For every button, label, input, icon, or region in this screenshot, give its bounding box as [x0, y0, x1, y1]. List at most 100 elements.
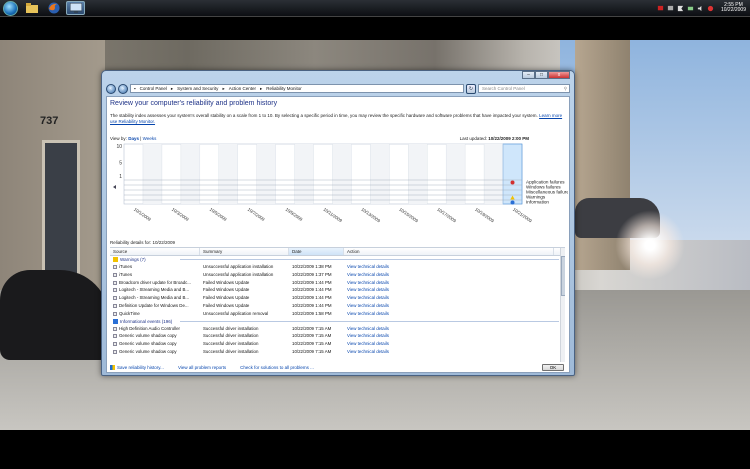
program-icon: [113, 288, 117, 293]
start-button[interactable]: [3, 0, 18, 16]
date-cell: 10/22/2009 7:15 AM: [292, 348, 332, 354]
table-body: Warnings (7) iTunes Unsuccessful applicati…: [110, 256, 565, 356]
network-icon[interactable]: [667, 5, 674, 12]
close-button[interactable]: x: [548, 71, 570, 79]
source-text: Generic volume shadow copy: [119, 348, 177, 354]
y-tick-label: 5: [119, 161, 122, 167]
table-row[interactable]: iTunes Unsuccessful application installat…: [110, 271, 565, 279]
refresh-button[interactable]: ↻: [466, 83, 476, 94]
minimize-button[interactable]: –: [522, 71, 535, 79]
table-row[interactable]: Generic volume shadow copy Successful dri…: [110, 340, 565, 348]
view-technical-details-link[interactable]: View technical details: [344, 286, 554, 294]
summary-cell: Successful driver installation: [203, 348, 259, 354]
category-label: Information: [526, 200, 549, 205]
table-row[interactable]: Generic volume shadow copy Successful dri…: [110, 348, 565, 356]
breadcrumb-action-center[interactable]: Action Center: [229, 85, 256, 92]
program-icon: [113, 265, 117, 269]
search-placeholder: Search Control Panel: [482, 86, 525, 91]
search-input[interactable]: Search Control Panel ⚲: [478, 84, 570, 93]
source-cell: Broadcom driver update for Broadc...: [110, 279, 200, 287]
date-cell: 10/22/2009 1:44 PM: [292, 287, 332, 293]
table-row[interactable]: Broadcom driver update for Broadc... Fail…: [110, 279, 565, 287]
table-row[interactable]: Generic volume shadow copy Successful dri…: [110, 332, 565, 340]
address-bar[interactable]: ▪ Control Panel ▸ System and Security ▸ Ac…: [130, 84, 464, 93]
source-text: Logitech - Streaming Media and B...: [119, 295, 190, 301]
scroll-left-icon[interactable]: [113, 185, 116, 189]
save-history-link[interactable]: Save reliability history...: [110, 363, 164, 372]
summary-cell: Failed Windows Update: [203, 295, 250, 301]
maximize-button[interactable]: □: [535, 71, 548, 79]
table-row[interactable]: Logitech - Streaming Media and B... Faile…: [110, 294, 565, 302]
breadcrumb-control-panel[interactable]: Control Panel: [140, 85, 167, 92]
table-row[interactable]: Definition Update for Windows De... Faile…: [110, 302, 565, 310]
taskbar-control-panel-button[interactable]: [66, 1, 85, 15]
scrollbar-thumb[interactable]: [561, 256, 565, 296]
view-all-reports-link[interactable]: View all problem reports: [178, 363, 226, 372]
source-cell: High Definition Audio Controller: [110, 325, 200, 333]
check-solutions-link[interactable]: Check for solutions to all problems ...: [240, 363, 314, 372]
program-icon: [113, 311, 117, 316]
view-technical-details-link[interactable]: View technical details: [344, 271, 554, 279]
security-flag-icon[interactable]: [657, 5, 664, 12]
ok-button[interactable]: OK: [542, 364, 564, 371]
column-date[interactable]: Date: [289, 248, 344, 255]
x-tick-label: 10/15/2009: [398, 207, 419, 224]
wallpaper-door: [42, 140, 80, 280]
warnings-group-header[interactable]: Warnings (7): [110, 256, 565, 263]
stability-chart[interactable]: 1051Application failuresWindows failures…: [110, 142, 568, 242]
source-cell: iTunes: [110, 271, 200, 279]
program-icon: [113, 326, 117, 331]
x-tick-label: 10/11/2009: [322, 207, 343, 224]
source-cell: Generic volume shadow copy: [110, 348, 200, 356]
details-header: Reliability details for: 10/22/2009: [110, 240, 176, 245]
view-technical-details-link[interactable]: View technical details: [344, 263, 554, 271]
control-panel-icon: ▪: [134, 86, 136, 91]
learn-more-link-tail[interactable]: use Reliability Monitor.: [110, 119, 155, 124]
table-row[interactable]: Logitech - Streaming Media and B... Faile…: [110, 286, 565, 294]
action-center-icon[interactable]: [677, 5, 684, 12]
breadcrumb-reliability-monitor[interactable]: Reliability Monitor: [266, 85, 302, 92]
view-technical-details-link[interactable]: View technical details: [344, 325, 554, 333]
power-icon[interactable]: [687, 5, 694, 12]
clock-date: 10/22/2009: [720, 7, 746, 13]
table-row[interactable]: iTunes Unsuccessful application installat…: [110, 263, 565, 271]
view-technical-details-link[interactable]: View technical details: [344, 332, 554, 340]
informational-group-header[interactable]: Informational events (196): [110, 318, 565, 325]
learn-more-link[interactable]: Learn more: [539, 113, 562, 118]
group-divider: [180, 320, 559, 322]
column-source[interactable]: Source: [110, 248, 200, 255]
view-technical-details-link[interactable]: View technical details: [344, 310, 554, 318]
view-technical-details-link[interactable]: View technical details: [344, 340, 554, 348]
clock[interactable]: 2:55 PM 10/22/2009: [721, 3, 746, 13]
view-technical-details-link[interactable]: View technical details: [344, 348, 554, 356]
table-scrollbar[interactable]: [560, 248, 565, 362]
table-row[interactable]: High Definition Audio Controller Successf…: [110, 325, 565, 333]
view-technical-details-link[interactable]: View technical details: [344, 302, 554, 310]
update-icon[interactable]: [707, 5, 714, 12]
table-row[interactable]: QuickTime Unsuccessful application remova…: [110, 310, 565, 318]
column-summary[interactable]: Summary: [200, 248, 289, 255]
monitor-icon: [69, 3, 82, 13]
volume-icon[interactable]: [697, 5, 704, 12]
y-tick-label: 1: [119, 174, 122, 180]
view-days-link[interactable]: Days: [128, 136, 139, 141]
last-updated-value: 10/22/2009 2:00 PM: [488, 136, 529, 141]
back-button[interactable]: ‹: [106, 83, 116, 94]
view-technical-details-link[interactable]: View technical details: [344, 294, 554, 302]
description-text: The stability index assesses your system…: [110, 113, 538, 118]
view-technical-details-link[interactable]: View technical details: [344, 279, 554, 287]
breadcrumb-system-security[interactable]: System and Security: [177, 85, 218, 92]
source-text: High Definition Audio Controller: [119, 325, 181, 331]
info-icon: [510, 200, 515, 205]
column-action[interactable]: Action: [344, 248, 554, 255]
taskbar-explorer-button[interactable]: [22, 1, 41, 15]
x-tick-label: 10/21/2009: [512, 207, 533, 224]
content-pane: Review your computer's reliability and p…: [106, 96, 570, 373]
x-tick-label: 10/3/2009: [171, 207, 190, 223]
program-icon: [113, 296, 117, 301]
x-tick-label: 10/9/2009: [285, 207, 304, 223]
view-weeks-link[interactable]: Weeks: [143, 136, 157, 141]
forward-button[interactable]: ›: [118, 83, 128, 94]
taskbar-firefox-button[interactable]: [44, 1, 63, 15]
view-by-label: View by:: [110, 136, 127, 141]
